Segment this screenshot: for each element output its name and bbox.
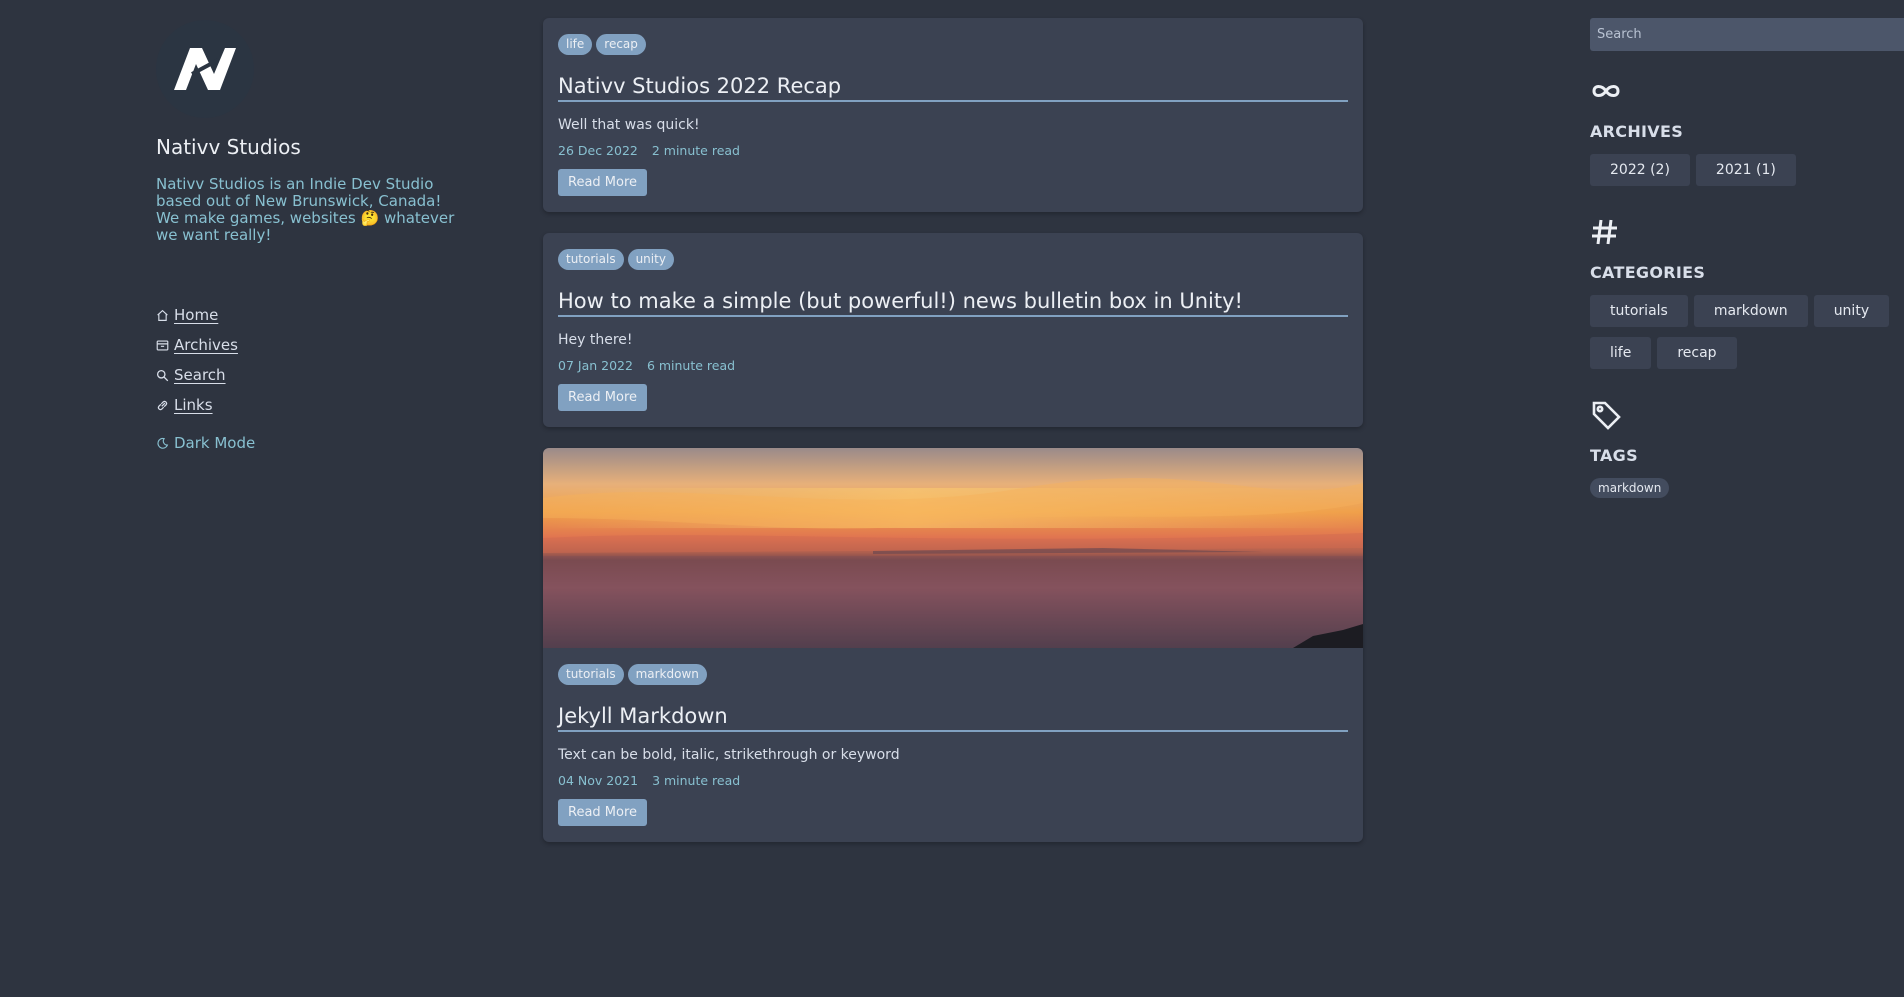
read-more-button[interactable]: Read More [558,169,648,196]
post-read-time: 2 minute read [651,143,740,158]
post-title[interactable]: Nativv Studios 2022 Recap [558,74,1348,102]
tag-item[interactable]: markdown [1590,478,1670,498]
dark-mode-label: Dark Mode [174,434,256,452]
nativv-logo-icon [174,48,236,90]
tags-section-icon [1590,399,1904,431]
categories-title: CATEGORIES [1590,263,1706,282]
read-more-button[interactable]: Read More [558,799,648,826]
nav-item-label: Search [174,366,226,384]
post-tag[interactable]: tutorials [558,249,624,270]
dark-mode-toggle[interactable]: Dark Mode [156,428,466,458]
tag-icon [1592,401,1621,430]
site-logo[interactable] [156,20,254,118]
post-meta: 07 Jan 2022 6 minute read [558,358,1348,373]
nav-item-archives[interactable]: Archives [156,330,466,360]
categories-list: tutorials markdown unity life recap [1590,295,1890,369]
post-list: life recap Nativv Studios 2022 Recap Wel… [543,18,1363,863]
post-tags: tutorials markdown [558,664,1348,685]
post-meta: 26 Dec 2022 2 minute read [558,143,1348,158]
category-item[interactable]: recap [1657,337,1737,369]
site-description-line-2: We make games, websites 🤔 whatever we wa… [156,209,455,244]
search-icon [156,369,169,381]
archives-list: 2022 (2) 2021 (1) [1590,154,1890,186]
post-excerpt: Well that was quick! [558,117,700,133]
post-card-body: tutorials markdown Jekyll Markdown Text … [543,648,1363,842]
category-item[interactable]: unity [1813,295,1890,327]
post-tag[interactable]: tutorials [558,664,624,685]
category-item[interactable]: markdown [1693,295,1808,327]
category-item[interactable]: tutorials [1590,295,1688,327]
nav-item-search[interactable]: Search [156,360,466,390]
nav-item-home[interactable]: Home [156,300,466,330]
post-title[interactable]: How to make a simple (but powerful!) new… [558,289,1348,317]
post-excerpt: Text can be bold, italic, strikethrough … [558,747,900,763]
post-title[interactable]: Jekyll Markdown [558,704,1348,732]
post-card: life recap Nativv Studios 2022 Recap Wel… [543,18,1363,212]
post-tag[interactable]: life [558,34,593,55]
left-sidebar: Nativv Studios Nativv Studios is an Indi… [156,20,466,458]
tags-title: TAGS [1590,446,1638,465]
post-hero-image[interactable] [543,448,1363,648]
nav-item-links[interactable]: Links [156,390,466,420]
post-tag[interactable]: markdown [627,664,707,685]
link-icon [157,400,168,410]
site-title: Nativv Studios [156,135,301,159]
post-read-time: 6 minute read [646,358,736,373]
post-date: 26 Dec 2022 [558,143,638,158]
archive-year-item[interactable]: 2022 (2) [1590,154,1690,186]
category-item[interactable]: life [1590,337,1652,369]
infinity-icon [1592,85,1620,97]
archive-year-item[interactable]: 2021 (1) [1695,154,1796,186]
categories-section-icon [1590,216,1904,248]
nav-item-label: Archives [174,336,238,354]
post-card: tutorials unity How to make a simple (bu… [543,233,1363,427]
archive-icon [156,339,169,351]
right-sidebar: ARCHIVES 2022 (2) 2021 (1) CATEGORIES tu… [1590,18,1904,498]
archives-title: ARCHIVES [1590,122,1684,141]
post-tag[interactable]: unity [627,249,674,270]
main-nav: Home Archives Search Links Dark Mode [156,300,466,458]
site-description-line-1: Nativv Studios is an Indie Dev Studio ba… [156,175,442,210]
post-date: 07 Jan 2022 [558,358,633,373]
post-card: tutorials markdown Jekyll Markdown Text … [543,448,1363,842]
read-more-button[interactable]: Read More [558,384,648,411]
post-date: 04 Nov 2021 [558,773,639,788]
site-description: Nativv Studios is an Indie Dev Studio ba… [156,176,466,244]
moon-icon [157,437,169,449]
post-meta: 04 Nov 2021 3 minute read [558,773,1348,788]
nav-item-label: Home [174,306,219,324]
search-input[interactable] [1590,18,1904,51]
post-read-time: 3 minute read [652,773,741,788]
hash-icon [1592,219,1617,245]
home-icon [157,309,168,321]
post-tags: life recap [558,34,1348,55]
nav-item-label: Links [174,396,213,414]
post-excerpt: Hey there! [558,332,633,348]
archives-section-icon [1590,75,1904,107]
post-tags: tutorials unity [558,249,1348,270]
post-tag[interactable]: recap [596,34,646,55]
